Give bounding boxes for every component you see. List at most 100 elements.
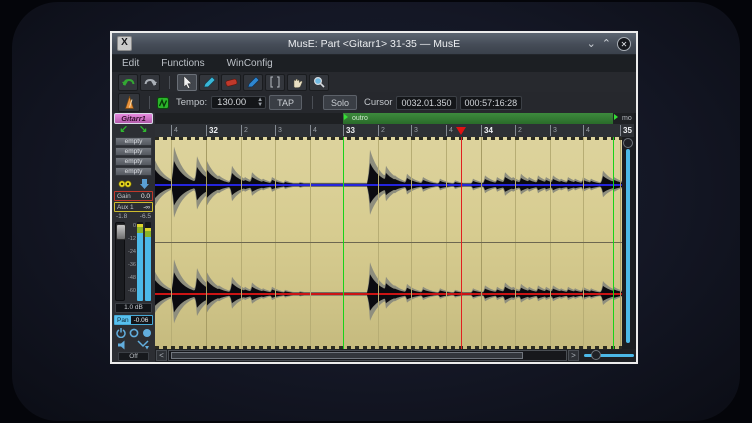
controller-slot-1[interactable]: empty: [115, 147, 152, 156]
prev-part-arrow-icon[interactable]: ↙: [120, 125, 128, 135]
beat-gridline: [171, 137, 172, 349]
range-tool-button[interactable]: [265, 74, 285, 91]
monitor-ring-icon[interactable]: [129, 328, 139, 338]
zoom-tool-button[interactable]: [309, 74, 329, 91]
ruler-tick-3: 3: [550, 125, 557, 136]
vertical-zoom-slider[interactable]: [622, 137, 634, 349]
playhead-marker-icon[interactable]: [456, 127, 466, 135]
beat-gridline: [411, 137, 412, 349]
tools-toolbar: [112, 72, 636, 93]
record-dot-icon[interactable]: [142, 328, 152, 338]
ruler-tick-2: 2: [515, 125, 522, 136]
maximize-window-button[interactable]: ⌃: [602, 38, 611, 50]
toolbar-separator: [312, 96, 313, 109]
scrollbar-thumb[interactable]: [171, 352, 523, 359]
toolbar-separator: [149, 96, 150, 109]
waveform-canvas[interactable]: [155, 137, 622, 349]
vslider-knob[interactable]: [623, 138, 633, 148]
scroll-right-button[interactable]: >: [568, 350, 579, 361]
power-icon[interactable]: [116, 328, 126, 338]
transport-toolbar: Tempo: 130.00 ▲▼ TAP Solo Cursor 0032.01…: [112, 92, 636, 114]
horizontal-zoom-slider[interactable]: [584, 350, 634, 361]
beat-gridline: [310, 137, 311, 349]
part-name-tab[interactable]: Gitarr1: [114, 113, 153, 124]
gain-label: Gain: [117, 193, 131, 200]
metronome-button[interactable]: [118, 93, 140, 112]
menu-bar: Edit Functions WinConfig: [112, 55, 636, 73]
ruler-tick-33: 33: [343, 125, 355, 136]
toolbar-separator: [169, 76, 170, 89]
meter-right-channel: [145, 222, 151, 301]
controller-slot-2[interactable]: empty: [115, 157, 152, 166]
pointer-icon: [181, 76, 193, 89]
controller-slot-0[interactable]: empty: [115, 137, 152, 146]
meter-left-channel: [137, 222, 143, 301]
ruler-tick-4: 4: [310, 125, 317, 136]
channel-separator: [155, 242, 622, 243]
title-bar[interactable]: X MusE: Part <Gitarr1> 31-35 — MusE ⌄ ⌃ …: [112, 33, 636, 55]
volume-fader[interactable]: [115, 222, 125, 301]
ruler-tick-4: 4: [446, 125, 453, 136]
menu-functions[interactable]: Functions: [161, 58, 204, 69]
marker-line: [343, 137, 344, 349]
marker-region-outro: [343, 113, 613, 124]
draw-pencil-icon: [247, 76, 260, 88]
ruler-tick-4: 4: [583, 125, 590, 136]
close-window-button[interactable]: ✕: [617, 37, 631, 51]
spinbox-arrows-icon[interactable]: ▲▼: [257, 98, 263, 108]
solo-button[interactable]: Solo: [323, 95, 357, 110]
tempo-spinbox[interactable]: 130.00 ▲▼: [211, 96, 266, 109]
pointer-tool-button[interactable]: [177, 74, 197, 91]
tempo-label: Tempo:: [176, 97, 207, 108]
beat-gridline: [241, 137, 242, 349]
envelope-icon[interactable]: [137, 340, 149, 350]
undo-icon: [122, 77, 135, 88]
eraser-tool-button[interactable]: [221, 74, 241, 91]
redo-button[interactable]: [140, 74, 160, 91]
pencil-tool-button[interactable]: [199, 74, 219, 91]
controller-slot-3[interactable]: empty: [115, 167, 152, 176]
timeline-header: outromo 432234332343423435: [155, 113, 636, 137]
cursor-label: Cursor: [364, 97, 393, 108]
peak-left-value: -1.8: [116, 213, 127, 220]
gain-control[interactable]: Gain 0.0: [114, 191, 153, 201]
cursor-time-readout: 000:57:16:28: [460, 96, 523, 110]
hand-icon: [291, 76, 303, 88]
part-top-border: [155, 137, 622, 140]
menu-edit[interactable]: Edit: [122, 58, 139, 69]
zoom-knob[interactable]: [591, 350, 601, 360]
meter-scale: 0-12-24-36-48-60: [126, 224, 136, 299]
undo-button[interactable]: [118, 74, 138, 91]
timeline-ruler[interactable]: 432234332343423435: [155, 124, 636, 138]
record-downmix-arrow-icon[interactable]: [140, 179, 149, 189]
right-gutter: [634, 113, 636, 362]
marker-label-mo: mo: [616, 113, 632, 124]
draw-tool-button[interactable]: [243, 74, 263, 91]
stereo-row: [115, 178, 152, 190]
pan-tool-button[interactable]: [287, 74, 307, 91]
scroll-left-button[interactable]: <: [156, 350, 167, 361]
fader-knob[interactable]: [116, 224, 126, 240]
next-part-arrow-icon[interactable]: ↘: [139, 125, 147, 135]
beat-gridline: [275, 137, 276, 349]
beat-gridline: [583, 137, 584, 349]
beat-gridline: [481, 137, 482, 349]
eraser-icon: [225, 76, 238, 88]
part-navigation: ↙ ↘: [114, 124, 153, 136]
wave-editor-area: Gitarr1 ↙ ↘ emptyemptyemptyempty Gain: [112, 113, 636, 362]
ruler-tick-2: 2: [378, 125, 385, 136]
tap-tempo-button[interactable]: TAP: [269, 95, 302, 110]
redo-icon: [144, 77, 157, 88]
mute-speaker-icon[interactable]: [118, 340, 129, 350]
tempo-master-icon[interactable]: [157, 97, 169, 109]
stereo-link-icon[interactable]: [118, 180, 132, 188]
stereo-waveform: [155, 137, 622, 349]
shade-window-button[interactable]: ⌄: [587, 38, 596, 50]
automation-mode-select[interactable]: Off: [118, 352, 149, 361]
menu-winconfig[interactable]: WinConfig: [227, 58, 273, 69]
ruler-tick-3: 3: [275, 125, 282, 136]
horizontal-scrollbar[interactable]: [168, 350, 567, 361]
horizontal-scroll-row: < >: [155, 349, 636, 362]
aux-send-control[interactable]: Aux 1 -∞: [114, 202, 153, 212]
pan-control[interactable]: Pan -0.06: [114, 315, 153, 325]
